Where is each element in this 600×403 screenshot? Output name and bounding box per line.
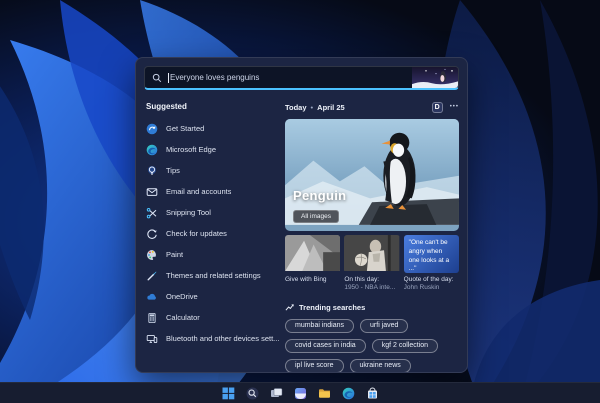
give-with-bing-image <box>285 235 341 273</box>
card-caption: Give with Bing <box>285 276 327 283</box>
sidebar-item-label: OneDrive <box>166 292 198 301</box>
trending-chip-ukraine-news[interactable]: ukraine news <box>349 358 411 372</box>
sidebar-item-label: Snipping Tool <box>166 208 211 217</box>
sidebar-item-label: Paint <box>166 250 184 259</box>
search-icon <box>152 73 162 82</box>
sidebar-item-label: Microsoft Edge <box>166 145 217 154</box>
card-subcaption: 1950 - NBA inte... <box>344 284 396 292</box>
sidebar-item-label: Tips <box>166 166 180 175</box>
trending-chip-kgf-2-collection[interactable]: kgf 2 collection <box>371 338 439 353</box>
themes-icon <box>146 270 158 282</box>
edge-taskbar-icon[interactable] <box>342 387 355 400</box>
today-label: Today <box>285 102 307 112</box>
trending-chips: mumbai indians urfi javed covid cases in… <box>285 318 459 372</box>
trending-title: Trending searches <box>299 302 366 312</box>
file-explorer-icon[interactable] <box>318 387 331 400</box>
trending-chip-covid-cases-in-india[interactable]: covid cases in india <box>285 338 366 353</box>
tips-icon <box>146 165 158 177</box>
trending-chip-urfi-javed[interactable]: urfi javed <box>360 318 409 333</box>
date-separator: • <box>310 102 314 112</box>
sidebar-item-label: Themes and related settings <box>166 271 261 280</box>
sidebar-item-label: Check for updates <box>166 229 227 238</box>
on-this-day-card[interactable]: On this day: 1950 - NBA inte... <box>344 235 400 293</box>
trending-chip-ipl-live-score[interactable]: ipl live score <box>285 358 344 372</box>
paint-icon <box>146 249 158 261</box>
snipping-tool-icon <box>146 207 158 219</box>
sidebar-item-microsoft-edge[interactable]: Microsoft Edge <box>144 139 280 160</box>
panel-body: Suggested Get Started Microsoft Edge Tip… <box>136 92 467 372</box>
card-caption: Quote of the day: <box>403 276 454 283</box>
more-options-icon[interactable]: ••• <box>450 104 459 110</box>
quote-of-the-day-card[interactable]: "One can't be angry when one looks at a … <box>403 235 459 293</box>
sidebar-item-label: Bluetooth and other devices sett... <box>166 334 280 343</box>
sidebar-item-calculator[interactable]: Calculator <box>144 307 280 328</box>
daily-cards-row: Give with Bing On this day: 1950 - NBA i… <box>285 235 459 293</box>
all-images-button[interactable]: All images <box>293 210 339 223</box>
quote-card-image: "One can't be angry when one looks at a … <box>403 235 459 273</box>
text-cursor <box>168 72 169 83</box>
content-header: Today • April 25 D ••• <box>285 100 459 114</box>
calculator-icon <box>146 312 158 324</box>
on-this-day-image <box>344 235 400 273</box>
user-avatar[interactable]: D <box>431 101 443 113</box>
edge-icon <box>146 144 158 156</box>
sidebar-item-tips[interactable]: Tips <box>144 160 280 181</box>
hero-title: Penguin <box>293 188 347 203</box>
widgets-icon[interactable] <box>294 387 307 400</box>
suggested-header: Suggested <box>146 102 187 111</box>
store-icon[interactable] <box>366 387 379 400</box>
trending-chip-mumbai-indians[interactable]: mumbai indians <box>285 318 355 333</box>
trending-header: Trending searches <box>285 303 459 312</box>
sidebar-item-label: Get Started <box>166 124 205 133</box>
get-started-icon <box>146 123 158 135</box>
email-icon <box>146 186 158 198</box>
sidebar-item-bluetooth-devices[interactable]: Bluetooth and other devices sett... <box>144 328 280 349</box>
penguin-hero-image[interactable]: Penguin All images <box>285 119 459 231</box>
card-subcaption: John Ruskin <box>403 284 440 292</box>
trending-searches-section: Trending searches mumbai indians urfi ja… <box>285 303 459 372</box>
penguin-night-illustration <box>412 67 458 88</box>
bluetooth-devices-icon <box>146 333 158 345</box>
sidebar-item-themes[interactable]: Themes and related settings <box>144 265 280 286</box>
sidebar-item-snipping-tool[interactable]: Snipping Tool <box>144 202 280 223</box>
onedrive-icon <box>146 291 158 303</box>
search-flyout-window: Everyone loves penguins Suggested Get St… <box>135 57 468 373</box>
date-label: April 25 <box>317 102 345 112</box>
trending-icon <box>285 304 294 311</box>
check-updates-icon <box>146 228 158 240</box>
start-icon[interactable] <box>222 387 235 400</box>
sidebar-item-label: Email and accounts <box>166 187 232 196</box>
suggested-sidebar: Suggested Get Started Microsoft Edge Tip… <box>144 92 280 372</box>
daily-content-pane: Today • April 25 D ••• Penguin All image… <box>280 92 459 372</box>
card-caption: On this day: <box>344 276 380 283</box>
quote-text: "One can't be angry when one looks at a … <box>408 239 450 273</box>
taskbar-search-icon[interactable] <box>246 387 259 400</box>
sidebar-item-email-accounts[interactable]: Email and accounts <box>144 181 280 202</box>
give-with-bing-card[interactable]: Give with Bing <box>285 235 341 293</box>
sidebar-item-onedrive[interactable]: OneDrive <box>144 286 280 307</box>
taskbar <box>0 382 600 403</box>
sidebar-item-check-updates[interactable]: Check for updates <box>144 223 280 244</box>
sidebar-item-paint[interactable]: Paint <box>144 244 280 265</box>
search-input[interactable]: Everyone loves penguins <box>144 66 459 90</box>
sidebar-item-label: Calculator <box>166 313 200 322</box>
task-view-icon[interactable] <box>270 387 283 400</box>
sidebar-item-get-started[interactable]: Get Started <box>144 118 280 139</box>
